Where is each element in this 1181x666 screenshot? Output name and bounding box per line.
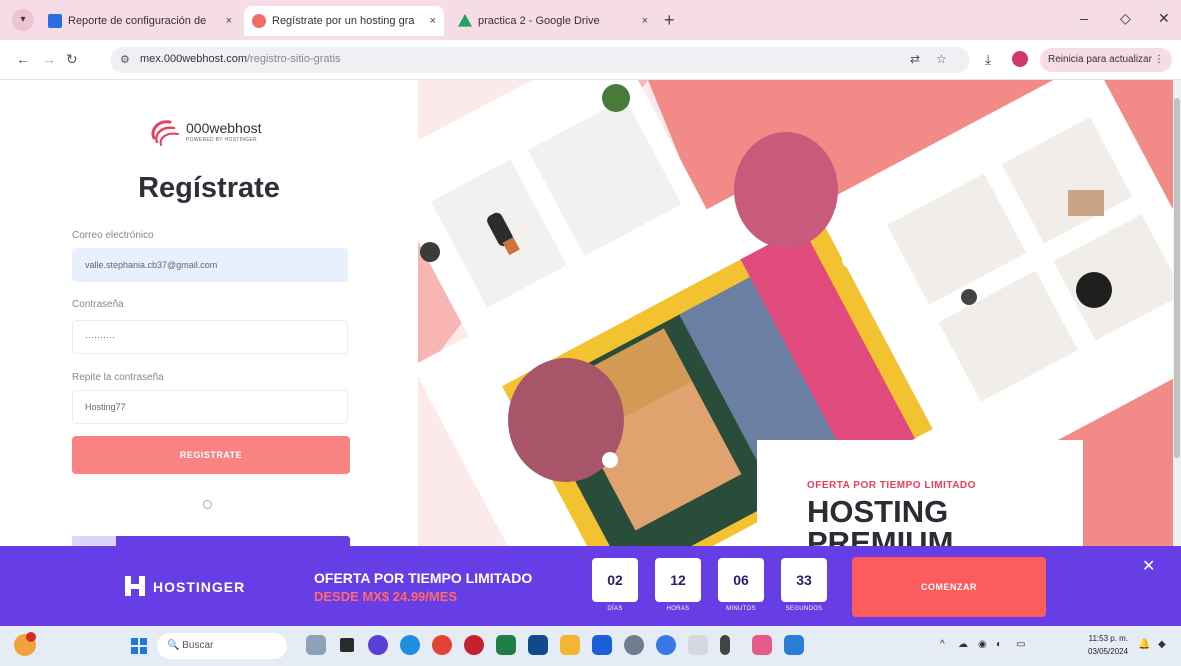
tab-reporte[interactable]: Reporte de configuración de × — [40, 6, 240, 36]
tray-battery-icon[interactable]: ▭ — [1016, 639, 1025, 650]
webhost-swirl-icon — [151, 120, 179, 146]
taskbar-vscode-icon[interactable] — [784, 635, 804, 655]
relaunch-to-update-button[interactable]: Reinicia para actualizar ⋮ — [1040, 48, 1172, 72]
taskbar-excel-icon[interactable] — [496, 635, 516, 655]
tray-volume-icon[interactable]: ◐ — [996, 639, 1002, 650]
promo-price: DESDE MX$ 24.99/MES — [314, 589, 458, 604]
browser-tab-bar: ▾ Reporte de configuración de × Regístra… — [0, 0, 1181, 40]
url-path: /registro-sitio-gratis — [247, 53, 341, 65]
taskbar-pen-icon[interactable] — [720, 635, 730, 655]
promo-close-icon[interactable]: ✕ — [1142, 556, 1155, 576]
windows-taskbar: 🔍 Buscar ^ ☁ ◉ ◐ ▭ 11:53 p. m. 03/05/202… — [0, 626, 1181, 666]
taskbar-git-icon[interactable] — [752, 635, 772, 655]
windows-start-icon[interactable] — [131, 638, 147, 654]
hostinger-wordmark: HOSTINGER — [153, 579, 246, 595]
more-menu-icon[interactable]: ⋮ — [1154, 48, 1164, 72]
taskbar-settings-icon[interactable] — [624, 635, 644, 655]
tab-search-chevron-icon[interactable]: ▾ — [12, 9, 34, 31]
translate-icon[interactable]: ⇄ — [910, 52, 920, 66]
offer-kicker: OFERTA POR TIEMPO LIMITADO — [807, 480, 976, 491]
countdown-seconds-label: SEGUNDOS — [785, 606, 823, 612]
taskbar-store-icon[interactable] — [528, 635, 548, 655]
tab-registrate[interactable]: Regístrate por un hosting gra × — [244, 6, 444, 36]
premium-hosting-offer-card: OFERTA POR TIEMPO LIMITADO HOSTING PREMIU… — [757, 440, 1083, 546]
taskbar-recycle-icon[interactable] — [688, 635, 708, 655]
countdown-minutes: 06 — [718, 558, 764, 602]
weather-widget-icon[interactable] — [14, 632, 36, 656]
loading-spinner-icon — [203, 500, 212, 509]
url-host: mex.000webhost.com — [140, 53, 247, 65]
profile-avatar[interactable] — [1012, 51, 1028, 67]
download-icon[interactable]: ⤓ — [985, 51, 991, 68]
hero-illustration: OFERTA POR TIEMPO LIMITADO HOSTING PREMIU… — [418, 80, 1173, 546]
forward-arrow-icon[interactable]: → — [42, 51, 56, 67]
close-window-button[interactable]: ✕ — [1158, 10, 1170, 27]
countdown-seconds: 33 — [781, 558, 827, 602]
bookmark-star-icon[interactable]: ☆ — [936, 52, 947, 66]
webhost-logo: 000webhost POWERED BY HOSTINGER — [148, 116, 288, 146]
countdown-hours-label: HORAS — [666, 606, 690, 612]
repeat-password-label: Repite la contraseña — [72, 372, 164, 383]
taskbar-file-explorer-icon[interactable] — [560, 635, 580, 655]
countdown-days-label: DÍAS — [607, 606, 623, 612]
password-field[interactable]: ·········· — [72, 320, 348, 354]
tab-close-icon[interactable]: × — [226, 15, 232, 27]
taskbar-word-icon[interactable] — [592, 635, 612, 655]
back-arrow-icon[interactable]: ← — [16, 51, 30, 67]
tab-close-icon[interactable]: × — [642, 15, 648, 27]
hostinger-promo-bar: HOSTINGER OFERTA POR TIEMPO LIMITADO DES… — [0, 546, 1181, 626]
site-info-icon[interactable]: ⚙ — [120, 53, 130, 66]
password-label: Contraseña — [72, 299, 124, 310]
minimize-button[interactable]: – — [1080, 10, 1088, 26]
taskbar-opera-icon[interactable] — [464, 635, 484, 655]
copilot-icon[interactable]: ◆ — [1158, 639, 1166, 650]
hostinger-h-icon — [125, 576, 145, 596]
countdown-hours: 12 — [655, 558, 701, 602]
register-button[interactable]: REGISTRATE — [72, 436, 350, 474]
tray-wifi-icon[interactable]: ◉ — [978, 639, 987, 650]
promo-title: OFERTA POR TIEMPO LIMITADO — [314, 570, 533, 586]
signup-panel: 000webhost POWERED BY HOSTINGER Regístra… — [0, 80, 418, 546]
restore-button[interactable]: ◇ — [1120, 10, 1131, 27]
tab-google-drive[interactable]: practica 2 - Google Drive × — [450, 6, 656, 36]
offer-headline: HOSTING PREMIUM — [807, 494, 954, 546]
taskbar-chat-icon[interactable] — [368, 635, 388, 655]
taskbar-chrome-profile-icon[interactable] — [656, 635, 676, 655]
logo-wordmark: 000webhost — [186, 120, 262, 136]
new-tab-button[interactable]: + — [664, 10, 675, 31]
page-scrollbar[interactable] — [1173, 80, 1181, 546]
page-title: Regístrate — [138, 172, 280, 204]
taskbar-app-photos-icon[interactable] — [306, 635, 326, 655]
taskbar-edge-icon[interactable] — [400, 635, 420, 655]
start-button[interactable]: COMENZAR — [852, 557, 1046, 617]
document-favicon-icon — [48, 14, 62, 28]
notification-bell-icon[interactable]: 🔔 — [1138, 639, 1150, 650]
countdown-days: 02 — [592, 558, 638, 602]
taskbar-chrome-icon[interactable] — [432, 635, 452, 655]
tray-cloud-icon[interactable]: ☁ — [958, 639, 968, 650]
taskbar-search[interactable]: 🔍 Buscar — [157, 633, 287, 659]
countdown-minutes-label: MINUTOS — [726, 606, 756, 612]
address-bar[interactable]: ⚙ mex.000webhost.com/registro-sitio-grat… — [110, 47, 970, 73]
logo-tagline: POWERED BY HOSTINGER — [186, 137, 257, 143]
webhost-favicon-icon — [252, 14, 266, 28]
tab-close-icon[interactable]: × — [430, 15, 436, 27]
email-label: Correo electrónico — [72, 230, 154, 241]
partially-hidden-button[interactable] — [72, 536, 350, 546]
taskbar-task-view-icon[interactable] — [340, 638, 354, 652]
tray-overflow-icon[interactable]: ^ — [940, 639, 945, 650]
reload-icon[interactable]: ↻ — [66, 51, 78, 68]
taskbar-clock[interactable]: 11:53 p. m. 03/05/2024 — [1088, 632, 1128, 658]
browser-toolbar: ← → ↻ ⚙ mex.000webhost.com/registro-siti… — [0, 40, 1181, 80]
google-drive-favicon-icon — [458, 14, 472, 27]
repeat-password-field[interactable]: Hosting77 — [72, 390, 348, 424]
email-field[interactable]: valle.stephania.cb37@gmail.com — [72, 248, 348, 282]
